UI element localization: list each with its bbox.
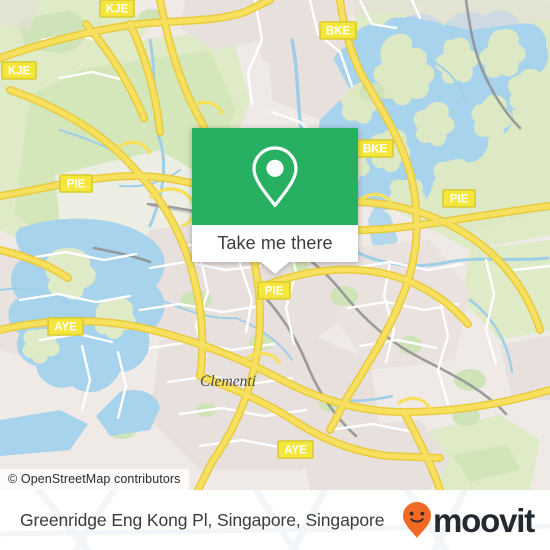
svg-text:PIE: PIE [265,286,284,298]
svg-text:KJE: KJE [8,66,31,78]
moovit-wordmark: moovit [433,501,535,539]
svg-text:PIE: PIE [450,194,469,206]
location-title: Greenridge Eng Kong Pl, Singapore, Singa… [20,509,385,530]
map-attribution[interactable]: © OpenStreetMap contributors [0,469,189,490]
footer-bar: Greenridge Eng Kong Pl, Singapore, Singa… [0,490,550,550]
svg-text:AYE: AYE [54,322,77,334]
take-me-there-button[interactable]: Take me there [192,225,358,262]
map-pin-icon [252,145,298,207]
take-me-there-label: Take me there [217,233,333,253]
svg-text:AYE: AYE [284,445,307,457]
svg-text:BKE: BKE [363,144,388,156]
popup-icon-panel [192,128,358,225]
moovit-logo[interactable]: moovit [402,501,535,539]
svg-text:KJE: KJE [106,4,129,16]
svg-text:PIE: PIE [67,179,86,191]
map-result-page: Clementi KJE KJE BKE BKE PIE PIE PIE AYE… [0,0,550,550]
map-place-label: Clementi [200,373,256,390]
moovit-pin-icon [403,502,432,538]
popup-pointer-arrow [261,262,289,274]
location-popup[interactable]: Take me there [192,128,358,274]
svg-text:BKE: BKE [326,26,351,38]
